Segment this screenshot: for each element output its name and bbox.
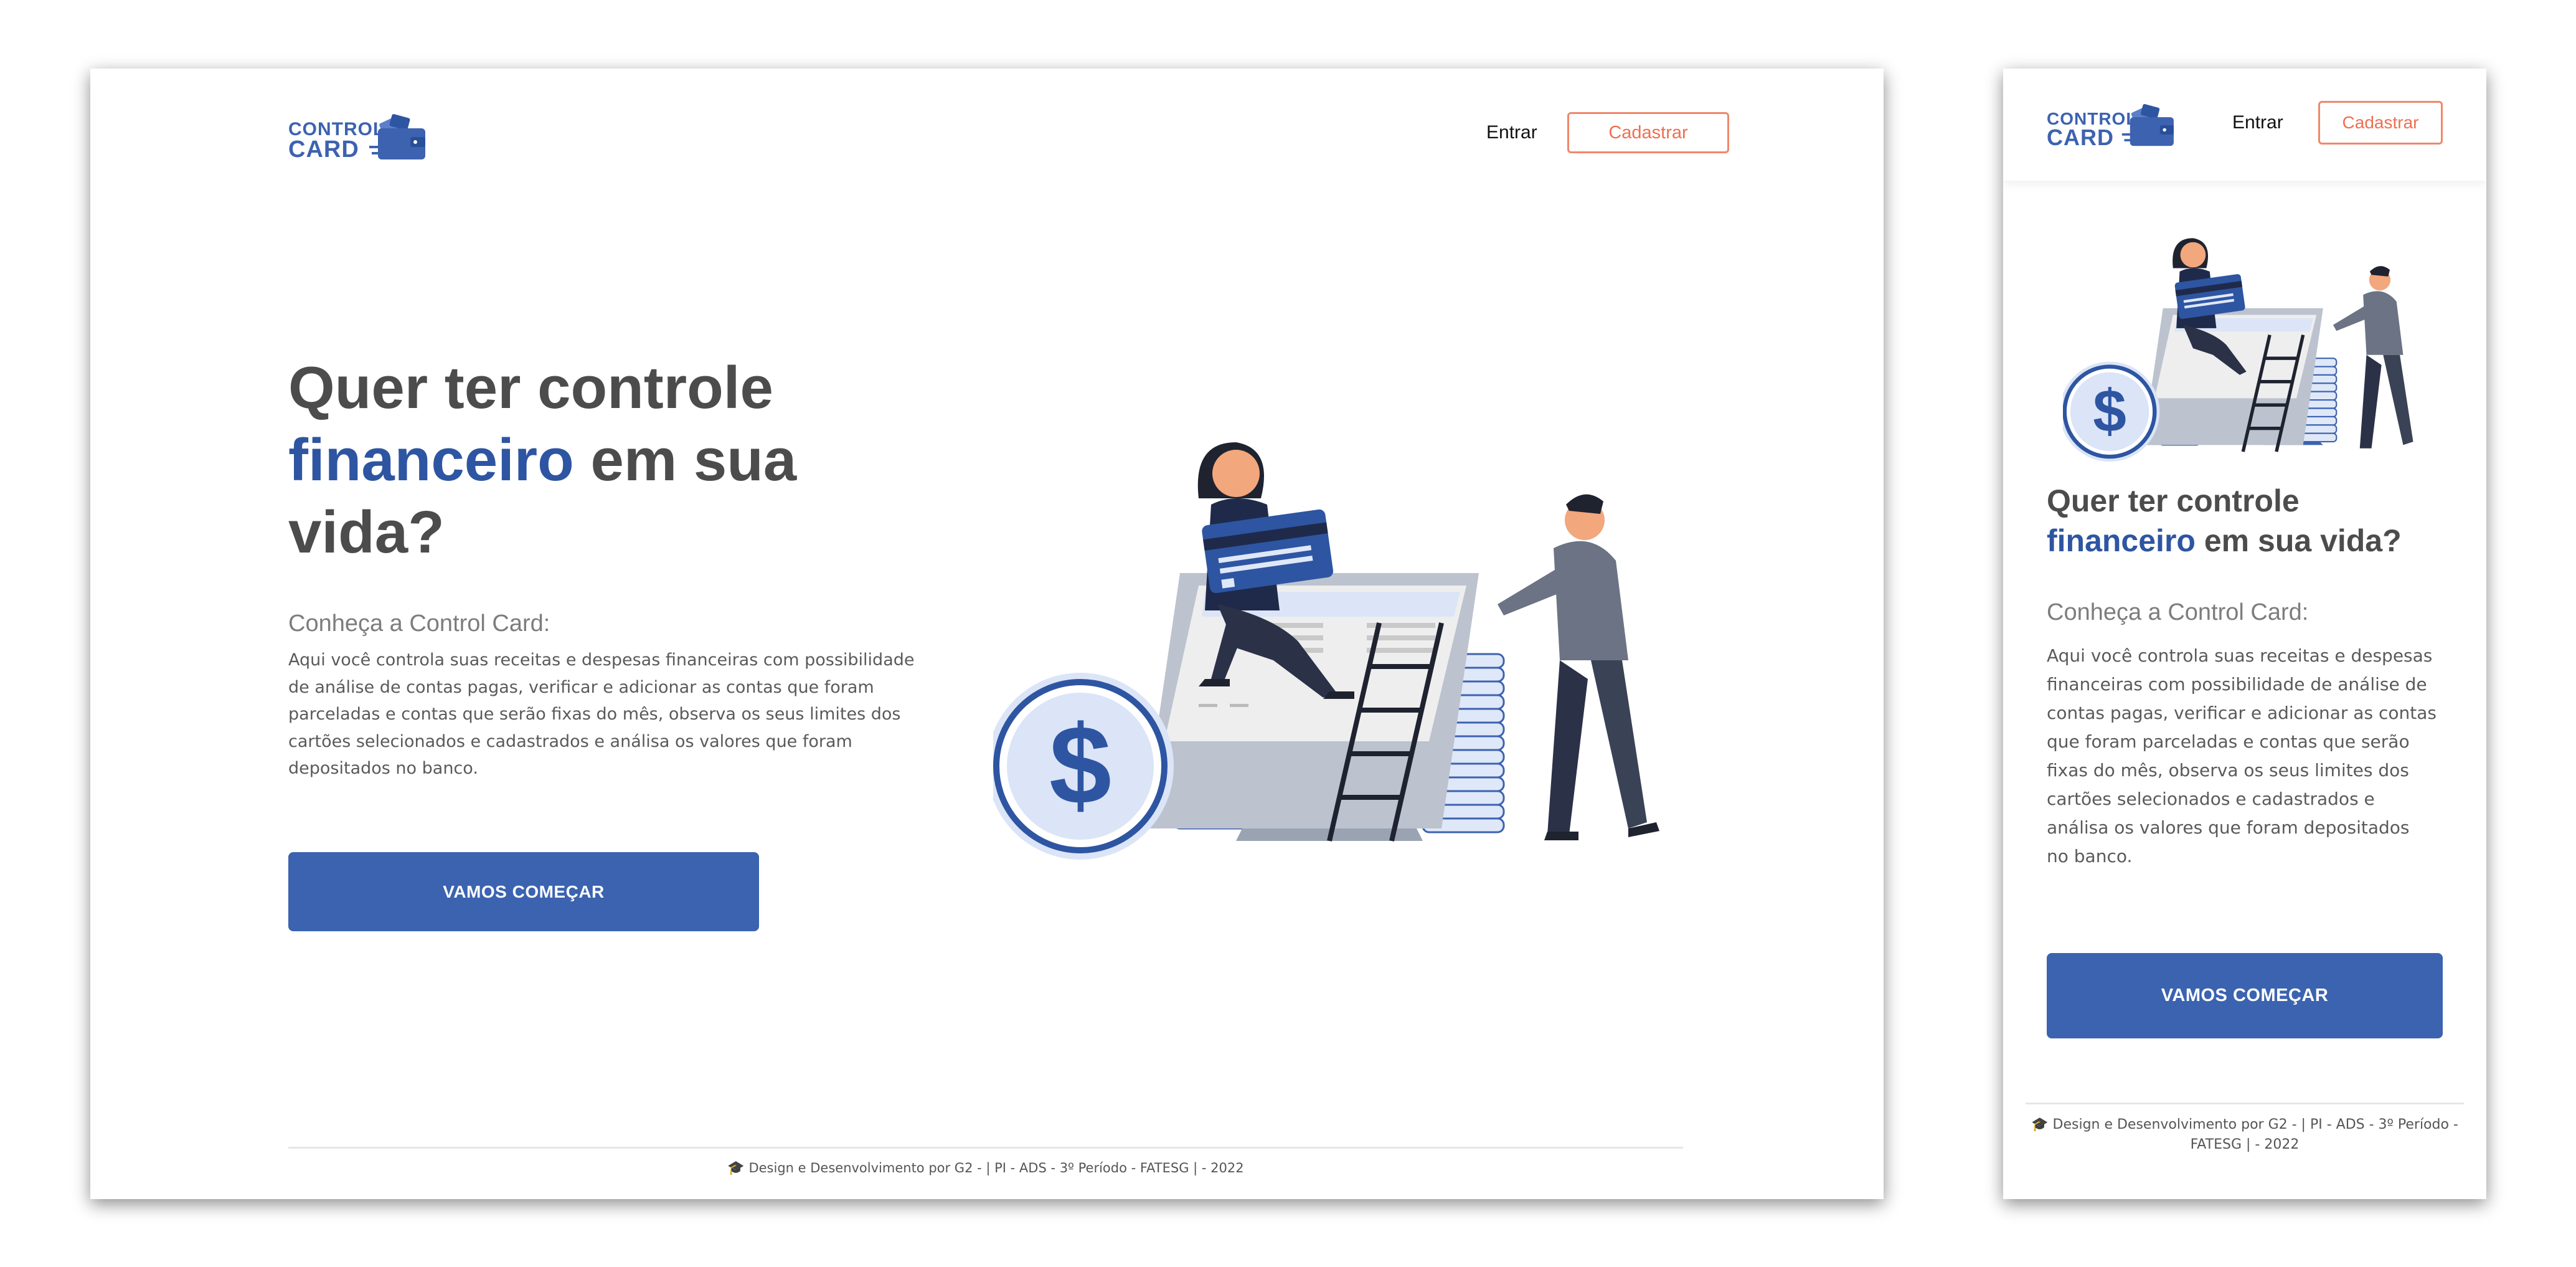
footer: 🎓 Design e Desenvolvimento por G2 - | PI… xyxy=(2026,1115,2464,1155)
footer-divider xyxy=(2026,1103,2464,1104)
footer: 🎓 Design e Desenvolvimento por G2 - | PI… xyxy=(288,1160,1683,1176)
headline-part3: vida? xyxy=(288,499,445,566)
desc-line: no banco. xyxy=(2047,846,2133,866)
hero-subtitle: Conheça a Control Card: xyxy=(2047,599,2309,625)
monitor xyxy=(1143,573,1479,841)
desc-line: cartões selecionados e cadastrados e xyxy=(2047,789,2375,809)
desc-line: de análise de contas pagas, verificar e … xyxy=(288,677,874,697)
brand-logo[interactable]: CONTROL CARD xyxy=(2047,98,2184,151)
hero-headline: Quer ter controle financeiro em sua vida… xyxy=(288,352,796,569)
svg-text:$: $ xyxy=(1049,703,1111,828)
nav-login-link[interactable]: Entrar xyxy=(2232,112,2283,133)
wallet-icon xyxy=(369,114,425,159)
finance-illustration: $ xyxy=(987,442,1659,860)
hero-description: Aqui você controla suas receitas e despe… xyxy=(288,647,915,782)
headline-part2: em sua vida? xyxy=(2204,523,2402,558)
desc-line: Aqui você controla suas receitas e despe… xyxy=(2047,645,2433,666)
desc-line: fixas do mês, observa os seus limites do… xyxy=(2047,760,2409,781)
svg-text:$: $ xyxy=(2093,378,2126,445)
signup-button[interactable]: Cadastrar xyxy=(2318,101,2443,145)
nav-login-link[interactable]: Entrar xyxy=(1486,122,1537,143)
man-figure xyxy=(1498,494,1659,840)
start-button[interactable]: VAMOS COMEÇAR xyxy=(2047,953,2443,1038)
graduation-cap-icon: 🎓 xyxy=(2031,1117,2049,1132)
brand-line2: CARD xyxy=(2047,125,2114,150)
desc-line: depositados no banco. xyxy=(288,759,478,778)
brand-line2: CARD xyxy=(288,136,359,163)
dollar-coin: $ xyxy=(987,673,1174,860)
footer-text-line2: FATESG | - 2022 xyxy=(2190,1137,2300,1152)
hero-headline: Quer ter controle financeiro em sua vida… xyxy=(2047,481,2402,561)
hero-illustration: $ xyxy=(987,392,1691,869)
headline-accent: financeiro xyxy=(2047,523,2196,558)
desc-line: que foram parceladas e contas que serão xyxy=(2047,731,2410,752)
wallet-icon xyxy=(2121,104,2174,146)
mobile-preview: CONTROL CARD Entrar Cadastrar $ Quer ter… xyxy=(2003,69,2486,1199)
desc-line: financeiras com possibilidade de análise… xyxy=(2047,674,2427,695)
desc-line: contas pagas, verificar e adicionar as c… xyxy=(2047,703,2437,723)
headline-part1: Quer ter controle xyxy=(288,354,773,421)
start-button[interactable]: VAMOS COMEÇAR xyxy=(288,852,759,931)
footer-text-line1: Design e Desenvolvimento por G2 - | PI -… xyxy=(2052,1117,2458,1132)
graduation-cap-icon: 🎓 xyxy=(727,1160,745,1176)
brand-logo[interactable]: CONTROL CARD xyxy=(288,107,438,163)
hero-description: Aqui você controla suas receitas e despe… xyxy=(2047,642,2437,871)
desc-line: cartões selecionados e cadastrados e aná… xyxy=(288,731,852,751)
desktop-preview: CONTROL CARD Entrar Cadastrar Quer ter c… xyxy=(90,69,1884,1199)
signup-button[interactable]: Cadastrar xyxy=(1567,112,1729,153)
headline-accent: financeiro xyxy=(288,427,574,493)
hero-illustration: $ xyxy=(2059,211,2437,469)
desc-line: análisa os valores que foram depositados xyxy=(2047,817,2410,838)
footer-divider xyxy=(288,1147,1683,1149)
headline-part2: em sua xyxy=(590,427,797,493)
finance-illustration: $ xyxy=(2059,238,2413,462)
hero-subtitle: Conheça a Control Card: xyxy=(288,610,550,637)
headline-part1: Quer ter controle xyxy=(2047,483,2300,518)
desc-line: Aqui você controla suas receitas e despe… xyxy=(288,650,915,670)
desc-line: parceladas e contas que serão fixas do m… xyxy=(288,705,901,724)
footer-text: Design e Desenvolvimento por G2 - | PI -… xyxy=(748,1160,1244,1175)
